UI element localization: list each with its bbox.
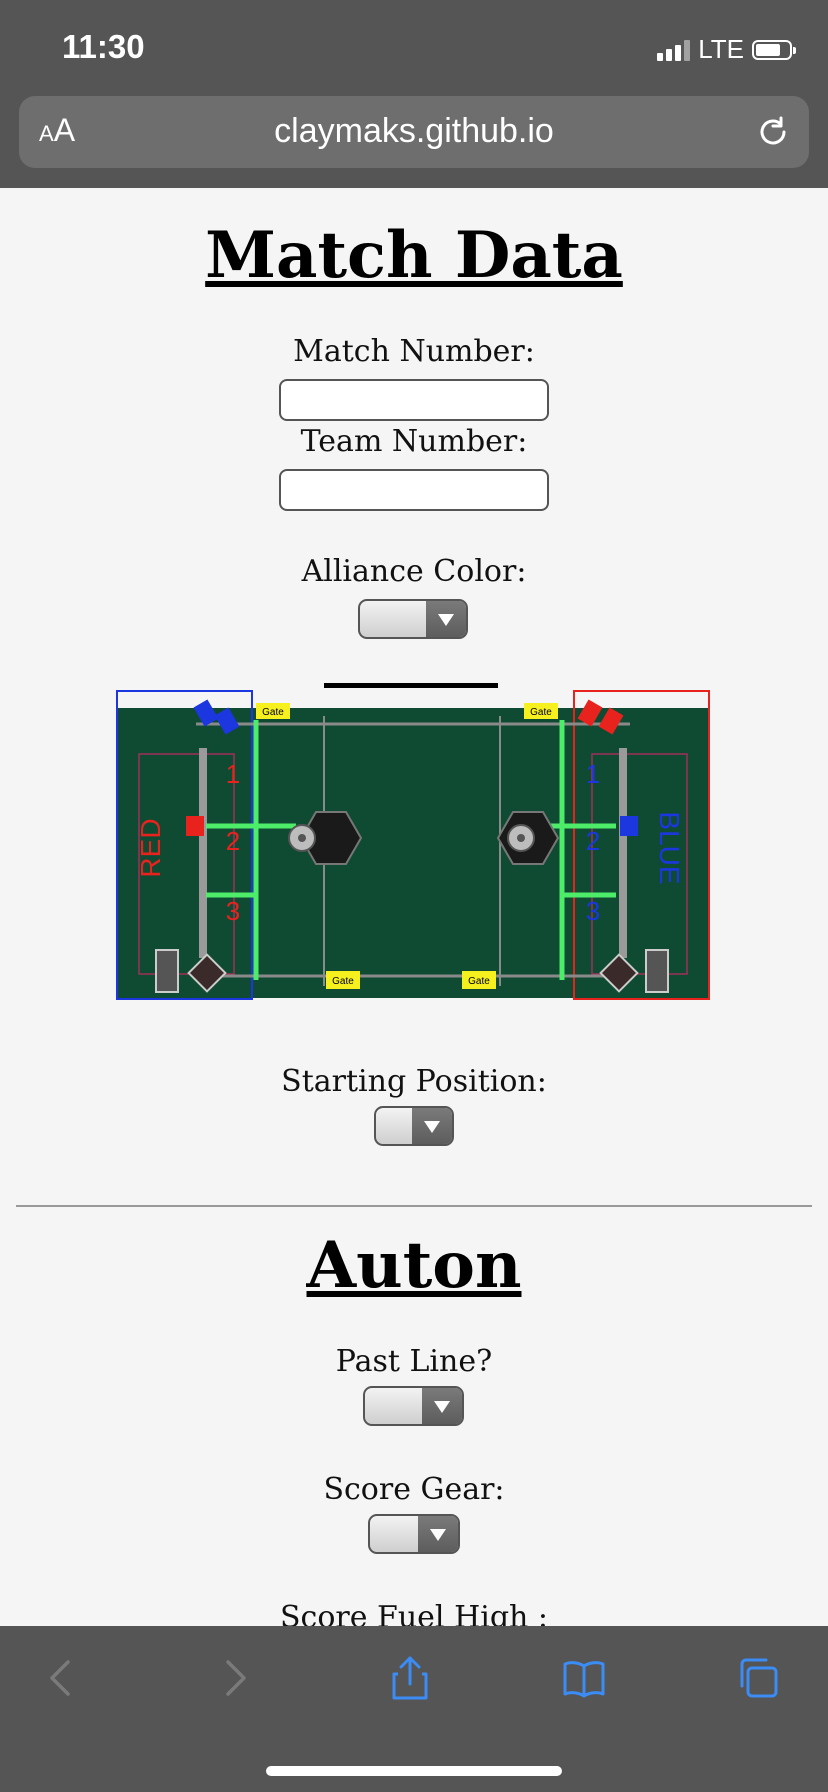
starting-position-label: Starting Position: (281, 1064, 547, 1099)
status-indicators: LTE (657, 34, 796, 65)
alliance-color-select[interactable] (358, 599, 468, 639)
match-number-input[interactable] (279, 379, 549, 421)
gate-label-bottom-left: Gate (332, 976, 354, 987)
score-gear-label: Score Gear: (323, 1472, 505, 1507)
alliance-color-label: Alliance Color: (301, 554, 527, 589)
gate-label-bottom-right: Gate (468, 976, 490, 987)
gate-label-top-left: Gate (262, 707, 284, 718)
blue-position-3: 3 (586, 896, 600, 926)
signal-icon (657, 39, 691, 61)
reload-icon[interactable] (755, 114, 791, 150)
bookmarks-icon[interactable] (562, 1656, 606, 1700)
address-bar[interactable]: AA claymaks.github.io (19, 96, 809, 168)
score-gear-select[interactable] (368, 1514, 460, 1554)
red-position-1: 1 (226, 759, 240, 789)
score-fuel-high-label: Score Fuel High : (280, 1600, 548, 1626)
starting-position-select[interactable] (374, 1106, 454, 1146)
home-indicator (266, 1766, 562, 1776)
browser-chrome: 11:30 LTE AA claymaks.github.io (0, 0, 828, 188)
team-number-input[interactable] (279, 469, 549, 511)
field-map-image: Gate Gate Gate Gate 1 2 3 1 2 3 RED BLUE (116, 688, 710, 1002)
chevron-down-icon (426, 601, 466, 637)
red-position-2: 2 (226, 826, 240, 856)
back-icon[interactable] (40, 1656, 84, 1700)
red-alliance-label: RED (135, 818, 166, 877)
battery-icon (752, 39, 796, 60)
chevron-down-icon (418, 1516, 458, 1552)
forward-icon[interactable] (212, 1656, 256, 1700)
browser-toolbar (0, 1626, 828, 1792)
team-number-label: Team Number: (300, 424, 528, 459)
match-data-title: Match Data (205, 218, 623, 293)
share-icon[interactable] (388, 1656, 432, 1700)
tabs-icon[interactable] (736, 1656, 780, 1700)
section-divider (16, 1205, 812, 1207)
network-label: LTE (698, 34, 744, 64)
status-time: 11:30 (62, 28, 145, 65)
chevron-down-icon (422, 1388, 462, 1424)
red-position-3: 3 (226, 896, 240, 926)
blue-position-2: 2 (586, 826, 600, 856)
match-number-label: Match Number: (293, 334, 535, 369)
chevron-down-icon (412, 1108, 452, 1144)
past-line-select[interactable] (363, 1386, 464, 1426)
past-line-label: Past Line? (335, 1344, 493, 1379)
url-text[interactable]: claymaks.github.io (19, 112, 809, 151)
auton-title: Auton (306, 1228, 522, 1303)
blue-alliance-label: BLUE (654, 811, 685, 884)
gate-label-top-right: Gate (530, 707, 552, 718)
page-content: Match Data Match Number: Team Number: Al… (0, 188, 828, 1626)
blue-position-1: 1 (586, 759, 600, 789)
